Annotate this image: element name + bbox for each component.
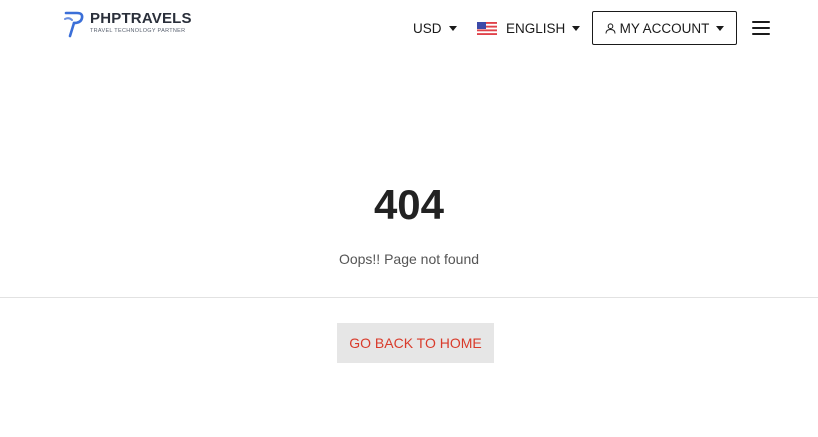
chevron-down-icon <box>716 25 725 31</box>
hamburger-menu-icon[interactable] <box>752 21 770 35</box>
logo-tagline: TRAVEL TECHNOLOGY PARTNER <box>90 28 186 34</box>
language-dropdown[interactable]: ENGLISH <box>477 0 581 56</box>
currency-dropdown[interactable]: USD <box>413 0 457 56</box>
chevron-down-icon <box>572 25 581 31</box>
my-account-button[interactable]: MY ACCOUNT <box>592 11 737 45</box>
hamburger-line <box>752 27 770 29</box>
hamburger-line <box>752 21 770 23</box>
go-back-home-button[interactable]: GO BACK TO HOME <box>337 323 494 363</box>
chevron-down-icon <box>448 25 457 31</box>
error-message: Oops!! Page not found <box>338 251 480 267</box>
my-account-label: MY ACCOUNT <box>619 20 710 36</box>
top-header: PHPTRAVELS TRAVEL TECHNOLOGY PARTNER USD… <box>0 0 818 56</box>
user-icon <box>605 22 616 34</box>
currency-label: USD <box>413 20 442 36</box>
us-flag-icon <box>477 21 497 35</box>
divider <box>0 297 818 298</box>
error-code: 404 <box>373 181 445 228</box>
language-label: ENGLISH <box>506 20 566 36</box>
logo-text: PHPTRAVELS TRAVEL TECHNOLOGY PARTNER <box>90 10 192 34</box>
logo[interactable]: PHPTRAVELS TRAVEL TECHNOLOGY PARTNER <box>63 10 192 40</box>
hamburger-line <box>752 33 770 35</box>
logo-mark-icon <box>64 11 84 38</box>
logo-name: PHPTRAVELS <box>90 10 192 27</box>
